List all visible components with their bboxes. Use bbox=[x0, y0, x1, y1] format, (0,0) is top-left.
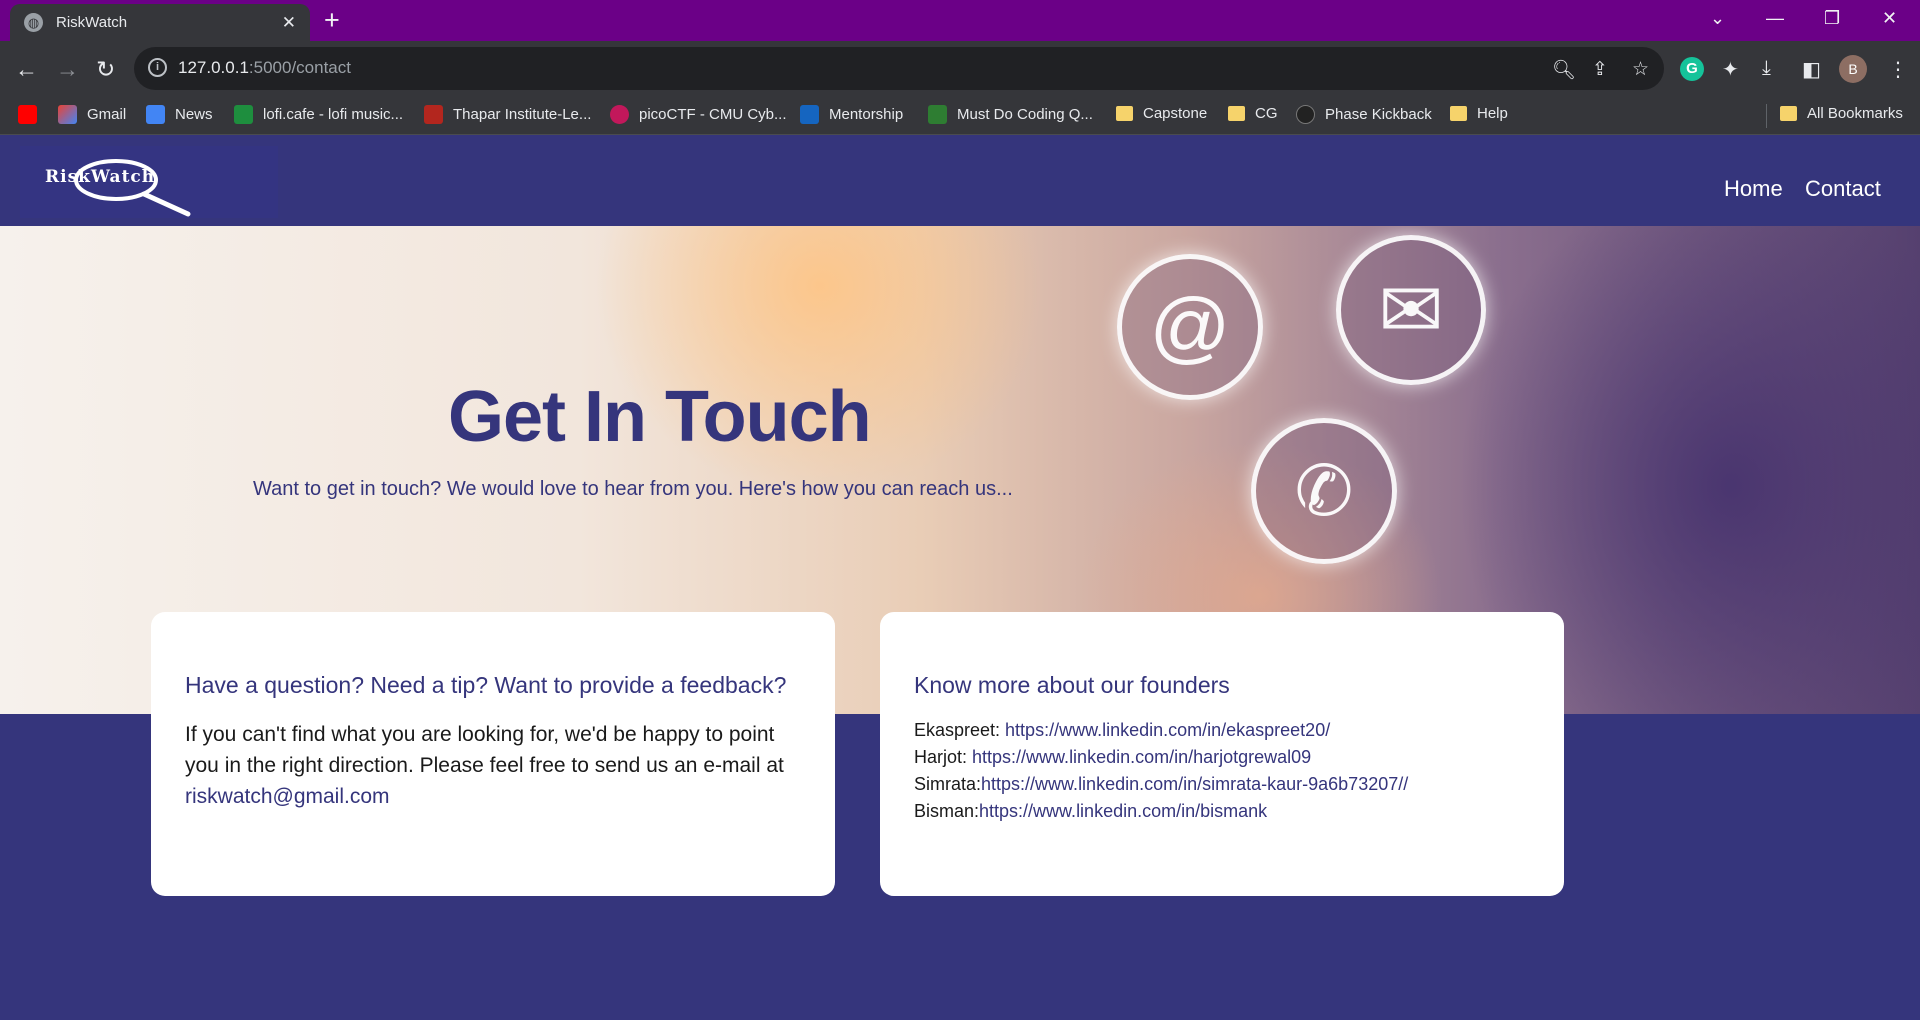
bookmark-cg[interactable]: CG bbox=[1228, 105, 1278, 122]
all-bookmarks-label: All Bookmarks bbox=[1807, 105, 1903, 122]
site-navbar: RiskWatch Home Contact bbox=[0, 136, 1920, 226]
logo-text: RiskWatch bbox=[45, 167, 156, 187]
contact-card-text: If you can't find what you are looking f… bbox=[185, 723, 784, 777]
thapar-icon bbox=[424, 105, 443, 124]
founder-row: Bisman:https://www.linkedin.com/in/bisma… bbox=[914, 798, 1530, 825]
contact-card-heading: Have a question? Need a tip? Want to pro… bbox=[185, 672, 787, 698]
window-close-button[interactable]: ✕ bbox=[1882, 8, 1897, 29]
founder-row: Simrata:https://www.linkedin.com/in/simr… bbox=[914, 771, 1530, 798]
folder-icon bbox=[1780, 106, 1797, 121]
bookmark-label: Phase Kickback bbox=[1325, 106, 1432, 123]
zoom-icon[interactable]: 🔍︎ bbox=[1552, 58, 1576, 82]
download-icon[interactable]: ⤓ bbox=[1762, 57, 1771, 80]
bookmark-thapar[interactable]: Thapar Institute-Le... bbox=[424, 105, 591, 124]
news-icon bbox=[146, 105, 165, 124]
bookmark-label: lofi.cafe - lofi music... bbox=[263, 106, 404, 123]
folder-icon bbox=[1228, 106, 1245, 121]
address-bar[interactable]: i 127.0.0.1:5000/contact 🔍︎ ⇪ ☆ bbox=[134, 47, 1664, 90]
bookmark-label: CG bbox=[1255, 105, 1278, 122]
founder-name: Harjot: bbox=[914, 747, 973, 767]
share-icon[interactable]: ⇪ bbox=[1592, 58, 1608, 81]
folder-icon bbox=[1116, 106, 1133, 121]
lofi-icon bbox=[234, 105, 253, 124]
founder-linkedin-link[interactable]: https://www.linkedin.com/in/simrata-kaur… bbox=[981, 774, 1408, 794]
close-tab-icon[interactable]: ✕ bbox=[282, 13, 296, 33]
bookmark-gmail[interactable]: Gmail bbox=[58, 105, 126, 124]
bookmark-picoctf[interactable]: picoCTF - CMU Cyb... bbox=[610, 105, 787, 124]
founder-linkedin-link[interactable]: https://www.linkedin.com/in/ekaspreet20/ bbox=[1005, 720, 1330, 740]
bookmark-label: Thapar Institute-Le... bbox=[453, 106, 592, 123]
picoctf-icon bbox=[610, 105, 629, 124]
forward-icon[interactable]: → bbox=[56, 54, 79, 84]
at-sign-icon: @ bbox=[1117, 254, 1263, 400]
envelope-icon: ✉ bbox=[1336, 235, 1486, 385]
page-title: Get In Touch bbox=[448, 377, 872, 457]
phase-icon bbox=[1296, 105, 1315, 124]
menu-icon[interactable]: ⋮ bbox=[1888, 57, 1908, 82]
email-link[interactable]: riskwatch@gmail.com bbox=[185, 785, 390, 808]
nav-contact[interactable]: Contact bbox=[1805, 176, 1881, 202]
bookmark-lofi[interactable]: lofi.cafe - lofi music... bbox=[234, 105, 403, 124]
bookmark-label: News bbox=[175, 106, 213, 123]
bookmark-mentorship[interactable]: Mentorship bbox=[800, 105, 903, 124]
browser-toolbar: ← → ↻ i 127.0.0.1:5000/contact 🔍︎ ⇪ ☆ G … bbox=[0, 41, 1920, 98]
restore-button[interactable]: ❐ bbox=[1824, 8, 1840, 29]
contact-card-body: If you can't find what you are looking f… bbox=[185, 719, 801, 812]
tab-title: RiskWatch bbox=[56, 14, 128, 31]
site-logo[interactable]: RiskWatch bbox=[20, 146, 278, 218]
url-host: 127.0.0.1 bbox=[178, 58, 249, 77]
geeksforgeeks-icon bbox=[928, 105, 947, 124]
bookmark-label: Gmail bbox=[87, 106, 127, 123]
browser-tab[interactable]: ◍ RiskWatch ✕ bbox=[10, 4, 310, 41]
reload-icon[interactable]: ↻ bbox=[96, 54, 115, 84]
grammarly-extension-icon[interactable]: G bbox=[1680, 57, 1704, 81]
tab-strip: ◍ RiskWatch ✕ + ⌄ — ❐ ✕ bbox=[0, 0, 1920, 41]
founder-name: Ekaspreet: bbox=[914, 720, 1006, 740]
minimize-button[interactable]: — bbox=[1766, 8, 1784, 29]
url-text[interactable]: 127.0.0.1:5000/contact bbox=[178, 58, 351, 78]
founders-list: Ekaspreet: https://www.linkedin.com/in/e… bbox=[914, 717, 1530, 825]
youtube-icon bbox=[18, 105, 37, 124]
nav-home[interactable]: Home bbox=[1724, 176, 1783, 202]
globe-icon: ◍ bbox=[24, 13, 43, 32]
bookmark-coding[interactable]: Must Do Coding Q... bbox=[928, 105, 1093, 124]
bookmark-label: picoCTF - CMU Cyb... bbox=[639, 106, 787, 123]
contact-card: Have a question? Need a tip? Want to pro… bbox=[151, 612, 835, 896]
bookmark-phase-kickback[interactable]: Phase Kickback bbox=[1296, 105, 1432, 124]
bookmark-news[interactable]: News bbox=[146, 105, 213, 124]
bookmark-label: Help bbox=[1477, 105, 1508, 122]
gmail-icon bbox=[58, 105, 77, 124]
new-tab-button[interactable]: + bbox=[324, 7, 340, 34]
side-panel-icon[interactable]: ◧ bbox=[1802, 57, 1821, 82]
bookmark-capstone[interactable]: Capstone bbox=[1116, 105, 1207, 122]
site-info-icon[interactable]: i bbox=[148, 58, 167, 77]
founder-row: Ekaspreet: https://www.linkedin.com/in/e… bbox=[914, 717, 1530, 744]
folder-icon bbox=[1450, 106, 1467, 121]
founder-linkedin-link[interactable]: https://www.linkedin.com/in/harjotgrewal… bbox=[972, 747, 1311, 767]
founder-row: Harjot: https://www.linkedin.com/in/harj… bbox=[914, 744, 1530, 771]
extensions-icon[interactable]: ✦ bbox=[1722, 57, 1739, 82]
founder-name: Bisman: bbox=[914, 801, 980, 821]
page-subtitle: Want to get in touch? We would love to h… bbox=[253, 478, 1013, 500]
bookmark-help[interactable]: Help bbox=[1450, 105, 1508, 122]
founders-card-heading: Know more about our founders bbox=[914, 672, 1230, 698]
founder-name: Simrata: bbox=[914, 774, 982, 794]
bookmark-label: Mentorship bbox=[829, 106, 904, 123]
youtube-bookmark[interactable] bbox=[18, 105, 47, 124]
founders-card: Know more about our founders Ekaspreet: … bbox=[880, 612, 1564, 896]
all-bookmarks[interactable]: All Bookmarks bbox=[1780, 105, 1903, 122]
bookmark-label: Capstone bbox=[1143, 105, 1208, 122]
bookmark-star-icon[interactable]: ☆ bbox=[1632, 58, 1649, 81]
mentorship-icon bbox=[800, 105, 819, 124]
profile-avatar[interactable]: B bbox=[1839, 55, 1867, 83]
bookmarks-bar: Gmail News lofi.cafe - lofi music... Tha… bbox=[0, 98, 1920, 135]
bookmark-label: Must Do Coding Q... bbox=[957, 106, 1093, 123]
founder-linkedin-link[interactable]: https://www.linkedin.com/in/bismank bbox=[979, 801, 1267, 821]
phone-icon: ✆ bbox=[1251, 418, 1397, 564]
page: RiskWatch Home Contact @ ✉ ✆ Get In Touc… bbox=[0, 136, 1920, 1020]
back-icon[interactable]: ← bbox=[15, 54, 38, 84]
bookmarks-divider bbox=[1766, 104, 1767, 128]
tab-search-icon[interactable]: ⌄ bbox=[1710, 8, 1725, 29]
url-path: :5000/contact bbox=[248, 58, 351, 77]
